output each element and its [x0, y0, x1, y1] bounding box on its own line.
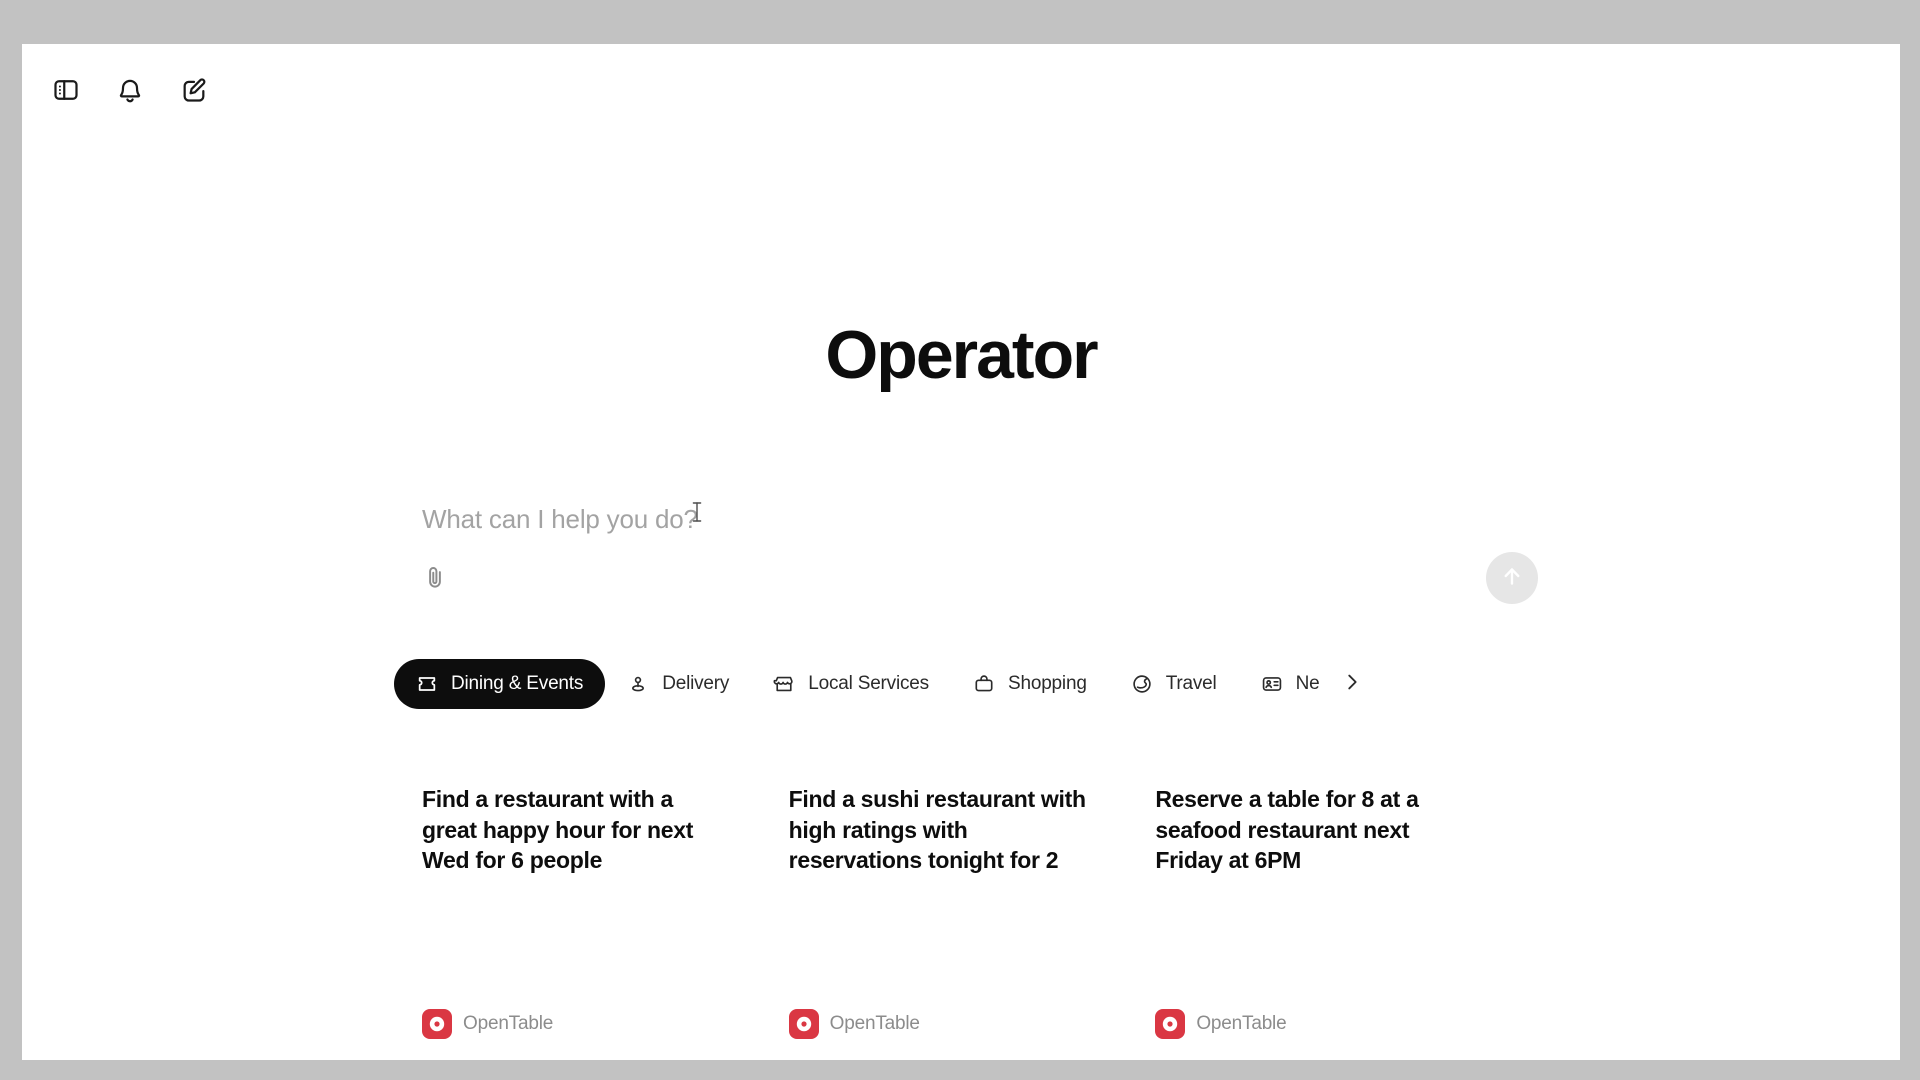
category-tab-label: Delivery: [662, 673, 730, 694]
suggestion-text: Find a restaurant with a great happy hou…: [422, 786, 694, 874]
text-cursor-icon: [690, 500, 704, 524]
categories-next-button[interactable]: [1335, 664, 1369, 704]
location-pin-icon: [627, 673, 649, 695]
ticket-icon: [416, 673, 438, 695]
notifications-bell-icon: [116, 76, 144, 104]
category-tab-bar[interactable]: Dining & Events Delivery Local Services: [394, 656, 1544, 712]
opentable-logo-icon: [1155, 1009, 1186, 1039]
category-tab-news[interactable]: Ne: [1239, 659, 1335, 709]
suggestion-text: Reserve a table for 8 at a seafood resta…: [1155, 786, 1419, 874]
category-tab-label: Travel: [1165, 673, 1217, 694]
suggestion-text: Find a sushi restaurant with high rating…: [788, 786, 1086, 874]
globe-icon: [1131, 673, 1153, 695]
app-window: Operator What can I help you do? Dining …: [22, 44, 1900, 1060]
suggestion-card[interactable]: Find a restaurant with a great happy hou…: [422, 784, 789, 1054]
category-tab-travel[interactable]: Travel: [1109, 659, 1239, 709]
send-button[interactable]: [1486, 552, 1538, 604]
suggestion-card-list: Find a restaurant with a great happy hou…: [422, 784, 1522, 1054]
news-card-icon: [1261, 673, 1283, 695]
category-tab-delivery[interactable]: Delivery: [605, 659, 751, 709]
suggestion-card[interactable]: Find a sushi restaurant with high rating…: [788, 784, 1156, 1054]
composer: What can I help you do?: [400, 474, 1540, 604]
top-bar: [22, 44, 1900, 136]
category-tab-label: Local Services: [808, 673, 929, 694]
new-chat-compose-icon: [180, 76, 208, 104]
sidebar-toggle-icon: [52, 76, 80, 104]
page-title: Operator: [825, 317, 1098, 393]
notifications-button[interactable]: [108, 68, 152, 112]
suggestion-card[interactable]: Reserve a table for 8 at a seafood resta…: [1155, 784, 1522, 1054]
attach-file-button[interactable]: [414, 558, 456, 600]
suggestion-source-label: OpenTable: [1196, 1013, 1287, 1034]
category-tab-label: Dining & Events: [451, 673, 584, 694]
suggestion-source-label: OpenTable: [463, 1013, 554, 1034]
composer-input[interactable]: What can I help you do?: [422, 504, 698, 535]
chevron-right-icon: [1341, 671, 1363, 698]
paperclip-icon: [422, 564, 448, 595]
category-tab-shopping[interactable]: Shopping: [951, 659, 1109, 709]
opentable-logo-icon: [422, 1009, 452, 1039]
category-tab-local-services[interactable]: Local Services: [751, 659, 951, 709]
new-chat-button[interactable]: [172, 68, 216, 112]
storefront-icon: [773, 673, 795, 695]
category-tab-label: Shopping: [1007, 673, 1087, 694]
shopping-bag-icon: [973, 673, 995, 695]
arrow-up-icon: [1499, 563, 1525, 594]
suggestion-source: OpenTable: [788, 1009, 920, 1039]
suggestion-source: OpenTable: [1155, 1009, 1287, 1039]
category-tab-dining-events[interactable]: Dining & Events: [394, 659, 606, 709]
category-tab-label: Ne: [1295, 673, 1320, 694]
sidebar-toggle-button[interactable]: [44, 68, 88, 112]
suggestion-source-label: OpenTable: [829, 1013, 920, 1034]
opentable-logo-icon: [788, 1009, 819, 1039]
suggestion-source: OpenTable: [422, 1009, 553, 1039]
